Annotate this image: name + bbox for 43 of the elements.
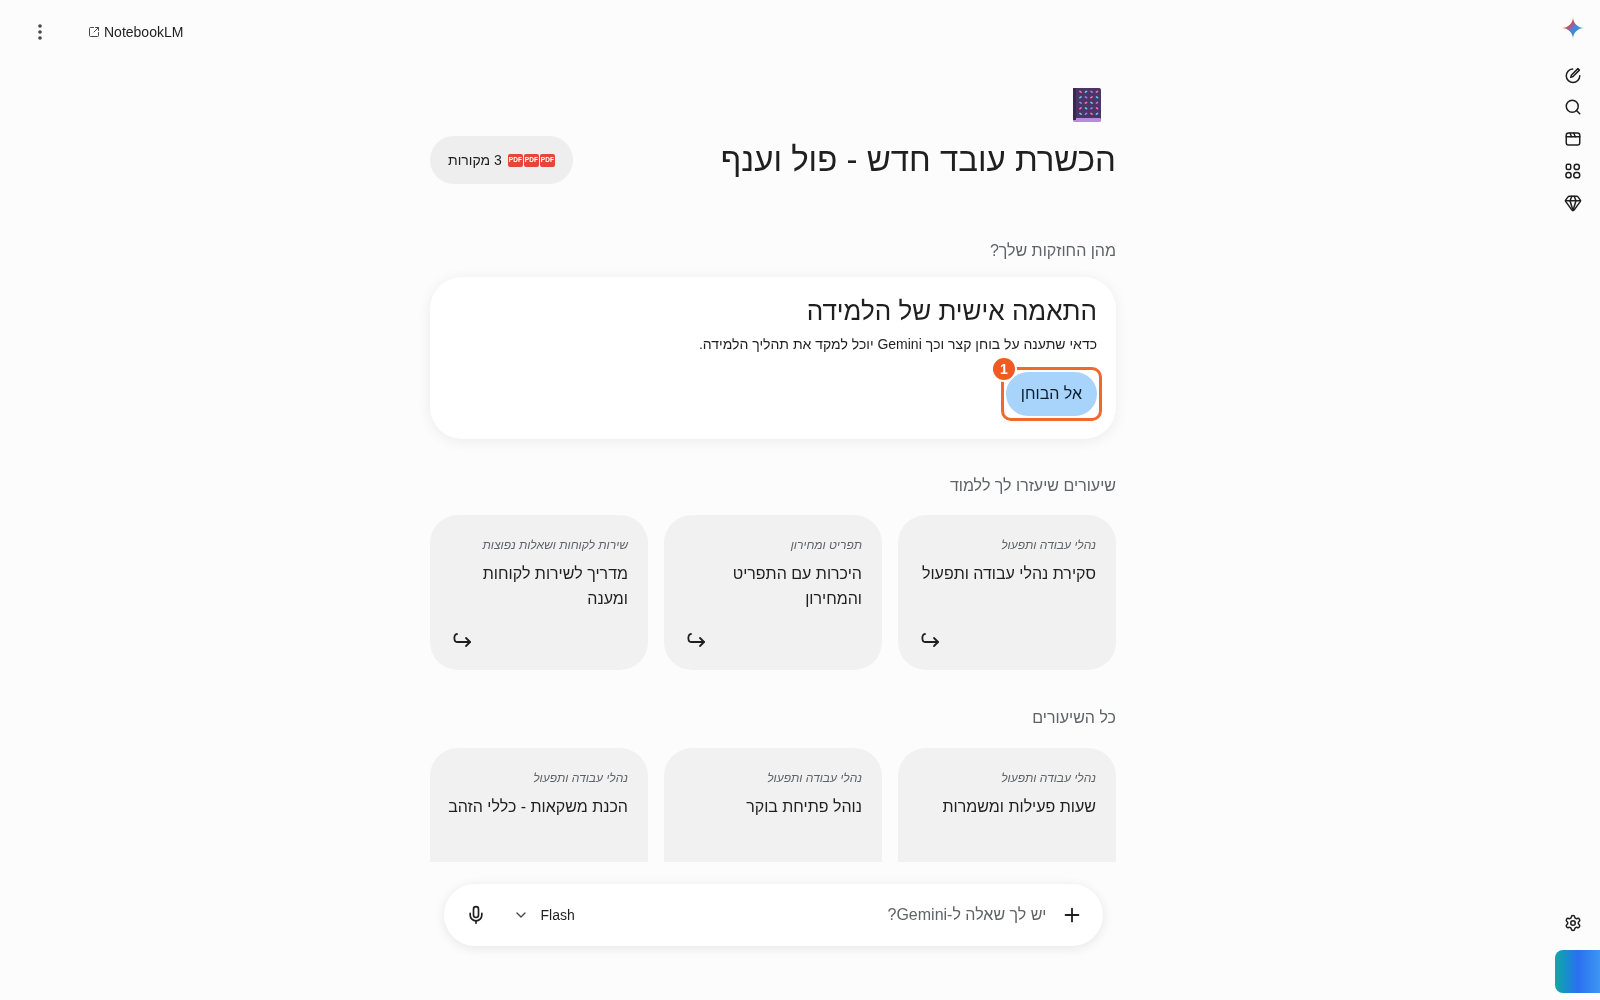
external-link-icon bbox=[88, 26, 100, 38]
card-title: התאמה אישית של הלמידה bbox=[806, 295, 1097, 327]
clapperboard-icon bbox=[1564, 130, 1582, 148]
external-link[interactable]: NotebookLM bbox=[88, 22, 184, 42]
hook-arrow-icon bbox=[686, 632, 706, 648]
lesson-category: תפריט ומחירון bbox=[790, 537, 862, 553]
lesson-card[interactable]: נהלי עבודה ותפעול נוהל פתיחת בוקר bbox=[664, 748, 882, 862]
lesson-card[interactable]: שירות לקוחות ושאלות נפוצות מדריך לשירות לקוחות ומענה bbox=[430, 515, 648, 670]
section-heading: כל השיעורים bbox=[1031, 708, 1116, 728]
pencil-icon bbox=[1564, 66, 1582, 84]
step-badge: 1 bbox=[990, 356, 1017, 382]
gem-icon bbox=[1564, 194, 1582, 212]
section-heading: שיעורים שיעזרו לך ללמוד bbox=[948, 476, 1116, 496]
lesson-category: נהלי עבודה ותפעול bbox=[1001, 537, 1096, 553]
hook-arrow-icon bbox=[920, 632, 940, 648]
lesson-card[interactable]: נהלי עבודה ותפעול סקירת נהלי עבודה ותפעול bbox=[898, 515, 1116, 670]
sparkle-icon[interactable] bbox=[1562, 17, 1584, 39]
settings-icon bbox=[1564, 914, 1582, 932]
search-icon bbox=[1564, 98, 1582, 116]
lesson-category: שירות לקוחות ושאלות נפוצות bbox=[482, 537, 628, 553]
gradient-tile-icon bbox=[1555, 950, 1600, 993]
lesson-card[interactable]: נהלי עבודה ותפעול שעות פעילות ומשמרות bbox=[898, 748, 1116, 862]
lesson-card[interactable]: תפריט ומחירון היכרות עם התפריט והמחירון bbox=[664, 515, 882, 670]
lesson-title: הכנת משקאות - כללי הזהב bbox=[448, 797, 628, 817]
lesson-category: נהלי עבודה ותפעול bbox=[1001, 770, 1096, 786]
model-selector[interactable]: Flash bbox=[512, 905, 575, 925]
lesson-title: מדריך לשירות לקוחות ומענה bbox=[481, 564, 628, 609]
notebook-title: הכשרת עובד חדש - פול וענף bbox=[720, 140, 1116, 180]
lesson-title: שעות פעילות ומשמרות bbox=[942, 797, 1096, 817]
lesson-category: נהלי עבודה ותפעול bbox=[533, 770, 628, 786]
notebook-icon bbox=[1072, 87, 1102, 123]
kebab-icon bbox=[38, 24, 42, 40]
lesson-title: היכרות עם התפריט והמחירון bbox=[731, 564, 862, 609]
message-input[interactable]: יש לך שאלה ל-Gemini? bbox=[574, 903, 1047, 927]
lesson-card[interactable]: נהלי עבודה ותפעול הכנת משקאות - כללי הזהב bbox=[430, 748, 648, 862]
lesson-category: נהלי עבודה ותפעול bbox=[767, 770, 862, 786]
shapes-grid-icon bbox=[1564, 162, 1582, 180]
hook-arrow-icon bbox=[452, 632, 472, 648]
card-description: כדאי שתענה על בוחן קצר וכך Gemini יוכל למקד את תהליך הלמידה. bbox=[698, 335, 1097, 354]
lesson-title: סקירת נהלי עבודה ותפעול bbox=[921, 564, 1096, 584]
sources-count: 3 מקורות bbox=[448, 151, 502, 170]
section-heading: מהן החוזקות שלך? bbox=[988, 241, 1116, 261]
lesson-title: נוהל פתיחת בוקר bbox=[746, 797, 862, 817]
